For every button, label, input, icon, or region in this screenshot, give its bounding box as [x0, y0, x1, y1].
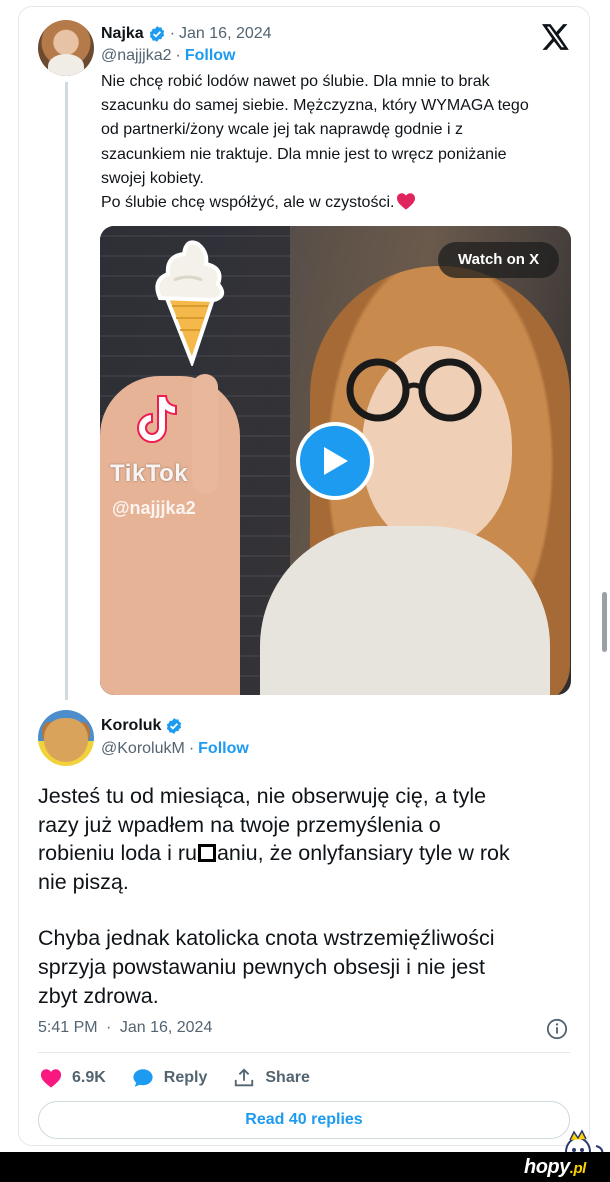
tweet-text-line: sprzyja powstawaniu pewnych obsesji i ni…: [38, 954, 485, 979]
site-footer: hopy.pl: [0, 1152, 610, 1182]
tweet-timestamp[interactable]: 5:41 PM · Jan 16, 2024: [38, 1019, 212, 1037]
tweet-time: 5:41 PM: [38, 1019, 98, 1036]
tweet-text-line: zbyt zdrowa.: [38, 983, 159, 1008]
quoted-author-name[interactable]: Najka: [101, 25, 144, 43]
separator-dot: ·: [169, 25, 176, 42]
action-bar: 6.9K Reply Share: [40, 1066, 336, 1090]
follow-button-koroluk[interactable]: Follow: [198, 740, 249, 758]
share-icon: [235, 1068, 254, 1087]
quoted-date[interactable]: Jan 16, 2024: [179, 25, 272, 43]
reply-button[interactable]: Reply: [132, 1067, 208, 1089]
tiktok-logo-icon: [137, 395, 177, 443]
avatar-koroluk[interactable]: [38, 710, 94, 766]
info-icon[interactable]: [546, 1018, 568, 1040]
video-thumbnail[interactable]: TikTok @najjjka2 Watch on X: [100, 226, 571, 695]
author-name[interactable]: Koroluk: [101, 717, 161, 735]
share-label: Share: [265, 1069, 310, 1086]
dog-face: [44, 718, 88, 762]
tweet-text-line: razy już wpadłem na twoje przemyślenia o: [38, 812, 441, 837]
author-row: Koroluk: [101, 715, 183, 737]
ice-cream-icon: [155, 240, 225, 366]
quoted-text-line: szacunku do samej siebie. Mężczyzna, któ…: [101, 97, 529, 115]
site-logo-text: hopy: [524, 1156, 570, 1178]
share-button[interactable]: Share: [233, 1067, 310, 1089]
quoted-text-line: Nie chcę robić lodów nawet po ślubie. Dl…: [101, 73, 490, 90]
separator-dot: ·: [188, 740, 195, 757]
separator-dot: ·: [106, 1019, 112, 1036]
quoted-text-line: Po ślubie chcę współżyć, ale w czystości…: [101, 194, 395, 212]
thread-line: [65, 82, 68, 700]
tweet-text-line: nie piszą.: [38, 869, 129, 894]
like-button[interactable]: 6.9K: [40, 1067, 106, 1089]
quoted-text-line: od partnerki/żony wcale jej tak naprawdę…: [101, 121, 463, 139]
verified-badge-icon: [167, 718, 182, 734]
tweet-text-fragment: aniu, że onlyfansiary tyle w rok: [216, 841, 510, 866]
author-handle[interactable]: @KorolukM: [101, 740, 185, 758]
tweet-text-fragment: robieniu loda i ru: [38, 841, 197, 866]
page: Najka · Jan 16, 2024 @najjjka2 · Follow …: [0, 0, 610, 1152]
read-replies-button[interactable]: Read 40 replies: [38, 1101, 570, 1139]
scrollbar[interactable]: [602, 592, 607, 652]
quoted-handle[interactable]: @najjjka2: [101, 47, 172, 65]
quoted-text-line-last: Po ślubie chcę współżyć, ale w czystości…: [101, 191, 571, 215]
site-logo[interactable]: hopy.pl: [524, 1156, 586, 1179]
reply-bubble-icon: [133, 1069, 153, 1087]
x-logo-icon[interactable]: [542, 24, 570, 50]
glasses-shape: [346, 358, 482, 422]
tweet-text-line: Chyba jednak katolicka cnota wstrzemięźl…: [38, 926, 495, 951]
tiktok-handle-text: @najjjka2: [112, 498, 196, 518]
site-logo-tld: .pl: [569, 1160, 587, 1177]
divider: [38, 1052, 570, 1053]
quoted-text-line: swojej kobiety.: [101, 169, 204, 187]
play-icon: [324, 447, 348, 475]
censor-box: [197, 844, 216, 863]
tiktok-brand-text: TikTok: [110, 460, 189, 487]
heart-emoji-icon: [397, 193, 416, 210]
quoted-text-line: szacunkiem nie traktuje. Dla mnie jest t…: [101, 145, 507, 163]
separator-dot: ·: [175, 47, 181, 64]
like-count: 6.9K: [72, 1069, 106, 1086]
reply-label: Reply: [163, 1069, 208, 1086]
tweet-text-line-censored: robieniu loda i ru aniu, że onlyfansiary …: [38, 839, 578, 868]
author-handle-row: @KorolukM · Follow: [101, 740, 249, 758]
quoted-tweet-text: Nie chcę robić lodów nawet po ślubie. Dl…: [101, 70, 571, 215]
watch-on-x-button[interactable]: Watch on X: [438, 242, 560, 278]
tweet-text-line: Jesteś tu od miesiąca, nie obserwuję cię…: [38, 784, 487, 808]
tweet-date: Jan 16, 2024: [119, 1019, 213, 1036]
tweet-text: Jesteś tu od miesiąca, nie obserwuję cię…: [38, 782, 578, 1010]
avatar-najka[interactable]: [38, 20, 94, 76]
follow-button-najka[interactable]: Follow: [185, 47, 236, 65]
quoted-author-row: Najka · Jan 16, 2024: [101, 23, 272, 45]
pointing-finger: [192, 374, 218, 494]
like-heart-icon: [40, 1069, 62, 1088]
verified-badge-icon: [149, 26, 164, 42]
play-button[interactable]: [296, 422, 374, 500]
quoted-handle-row: @najjjka2 · Follow: [101, 47, 235, 65]
